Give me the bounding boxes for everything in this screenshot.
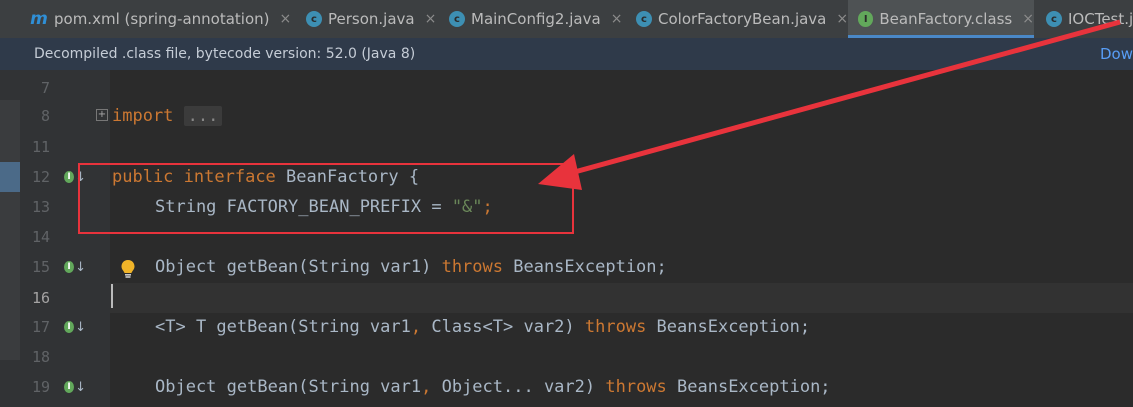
tab-mainconfig2-java[interactable]: c MainConfig2.java × — [449, 0, 622, 38]
code-line: 7 — [0, 73, 1133, 103]
text-caret — [111, 284, 113, 308]
tab-colorfactorybean-java[interactable]: c ColorFactoryBean.java × — [636, 0, 848, 38]
code-line: 8 import ... — [0, 101, 1133, 131]
decompiled-banner: Decompiled .class file, bytecode version… — [0, 38, 1133, 70]
code-line: 17 I ↓ <T> T getBean(String var1, Class<T… — [0, 312, 1133, 342]
download-sources-link[interactable]: Dow — [1100, 45, 1133, 63]
close-icon[interactable]: × — [836, 11, 848, 27]
code-line: 16 — [0, 283, 1133, 313]
tab-ioctest-java[interactable]: c IOCTest.j — [1046, 0, 1133, 38]
code-text: import ... — [112, 101, 223, 131]
tab-pom-xml[interactable]: m pom.xml (spring-annotation) × — [30, 0, 291, 38]
implemented-method-icon[interactable]: I ↓ — [64, 372, 86, 402]
code-line: 19 I ↓ Object getBean(String var1, Object… — [0, 372, 1133, 402]
annotation-highlight-box — [78, 163, 574, 234]
implemented-method-icon[interactable]: I ↓ — [64, 312, 86, 342]
lightbulb-icon[interactable] — [120, 259, 136, 279]
fold-toggle-icon[interactable]: + — [96, 109, 108, 121]
close-icon[interactable]: × — [425, 11, 437, 27]
tab-label: ColorFactoryBean.java — [658, 10, 827, 28]
line-number: 11 — [31, 138, 50, 156]
class-icon: c — [306, 11, 322, 27]
close-icon[interactable]: × — [280, 11, 292, 27]
line-number: 7 — [40, 79, 50, 97]
tab-label: BeanFactory.class — [879, 10, 1013, 28]
interface-icon: I — [858, 11, 874, 27]
code-text: Object getBean(String var1) throws Beans… — [155, 257, 667, 277]
class-icon: c — [1046, 11, 1062, 27]
close-icon[interactable]: × — [1022, 11, 1034, 27]
line-number: 8 — [40, 107, 50, 125]
line-number: 17 — [31, 318, 50, 336]
line-number: 19 — [31, 378, 50, 396]
editor-tab-bar: m pom.xml (spring-annotation) × c Person… — [0, 0, 1133, 39]
tab-label: MainConfig2.java — [471, 10, 601, 28]
folded-imports[interactable]: ... — [183, 106, 223, 126]
tab-person-java[interactable]: c Person.java × — [306, 0, 436, 38]
line-number: 18 — [31, 348, 50, 366]
class-icon: c — [449, 11, 465, 27]
line-number: 14 — [31, 228, 50, 246]
class-icon: c — [636, 11, 652, 27]
line-number: 16 — [31, 289, 50, 307]
code-line: 11 — [0, 132, 1133, 162]
code-text: Object getBean(String var1, Object... va… — [155, 377, 831, 397]
implemented-method-icon[interactable]: I ↓ — [64, 252, 86, 282]
line-number: 13 — [31, 198, 50, 216]
code-line: 15 I ↓ Object getBean(String var1) throws… — [0, 252, 1133, 282]
tab-label: Person.java — [328, 10, 415, 28]
line-number: 15 — [31, 258, 50, 276]
tab-label: IOCTest.j — [1068, 10, 1133, 28]
code-line: 18 — [0, 342, 1133, 372]
banner-text: Decompiled .class file, bytecode version… — [34, 46, 416, 62]
tab-label: pom.xml (spring-annotation) — [54, 10, 270, 28]
line-number: 12 — [31, 168, 50, 186]
code-text: <T> T getBean(String var1, Class<T> var2… — [155, 317, 811, 337]
tab-beanfactory-class[interactable]: I BeanFactory.class × — [848, 0, 1034, 38]
import-keyword: import — [112, 106, 174, 126]
maven-icon: m — [30, 9, 48, 29]
close-icon[interactable]: × — [611, 11, 623, 27]
